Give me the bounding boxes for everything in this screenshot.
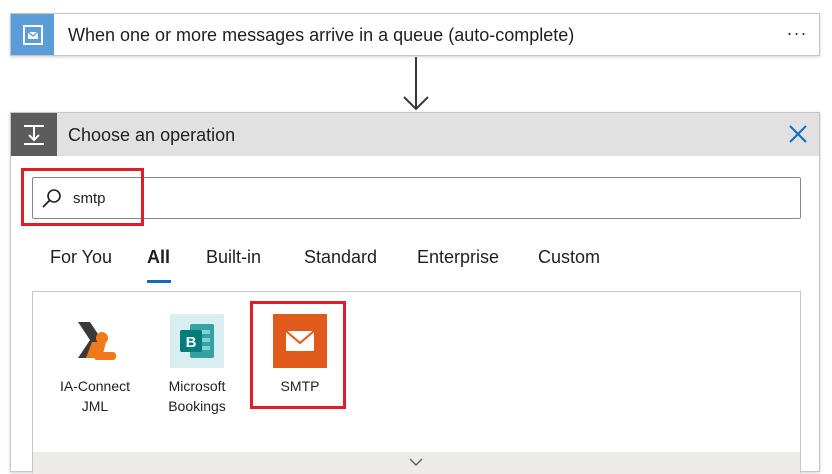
connector-label-line1: Microsoft xyxy=(168,378,226,394)
tab-all[interactable]: All xyxy=(147,243,171,283)
tab-enterprise[interactable]: Enterprise xyxy=(417,243,499,271)
ia-connect-icon xyxy=(68,314,122,368)
connector-label-line1: IA-Connect xyxy=(59,378,131,394)
search-input[interactable] xyxy=(73,186,773,210)
trigger-card[interactable]: When one or more messages arrive in a qu… xyxy=(10,13,820,56)
active-tab-indicator xyxy=(147,280,171,283)
trigger-title: When one or more messages arrive in a qu… xyxy=(68,25,575,45)
search-box[interactable] xyxy=(32,177,801,219)
microsoft-bookings-icon: B xyxy=(170,314,224,368)
operation-step-icon xyxy=(11,113,57,156)
tab-standard[interactable]: Standard xyxy=(304,243,377,271)
svg-text:B: B xyxy=(186,334,197,351)
connector-label-line2: Bookings xyxy=(168,398,226,414)
chevron-down-icon[interactable] xyxy=(409,457,423,467)
search-highlight-box xyxy=(21,168,144,226)
tab-for-you[interactable]: For You xyxy=(50,243,112,271)
arrow-down-icon xyxy=(403,57,429,111)
tab-custom[interactable]: Custom xyxy=(538,243,600,271)
smtp-highlight-box xyxy=(250,301,346,409)
tab-all-label: All xyxy=(147,247,171,267)
connector-label-line2: JML xyxy=(81,398,109,414)
connector-microsoft-bookings[interactable]: B Microsoft Bookings xyxy=(157,314,237,424)
connector-ia-connect-jml[interactable]: IA-Connect JML xyxy=(55,314,135,424)
operation-panel-title: Choose an operation xyxy=(68,125,236,145)
tab-built-in[interactable]: Built-in xyxy=(206,243,261,271)
service-bus-envelope-icon xyxy=(11,14,54,55)
choose-operation-panel: Choose an operation For You All Built-in… xyxy=(10,112,820,474)
operation-panel-header: Choose an operation xyxy=(11,113,819,156)
close-icon[interactable] xyxy=(787,123,809,145)
more-options-button[interactable]: ··· xyxy=(783,22,811,46)
connector-results: IA-Connect JML B Microsoft Bookings SMTP xyxy=(32,291,801,474)
